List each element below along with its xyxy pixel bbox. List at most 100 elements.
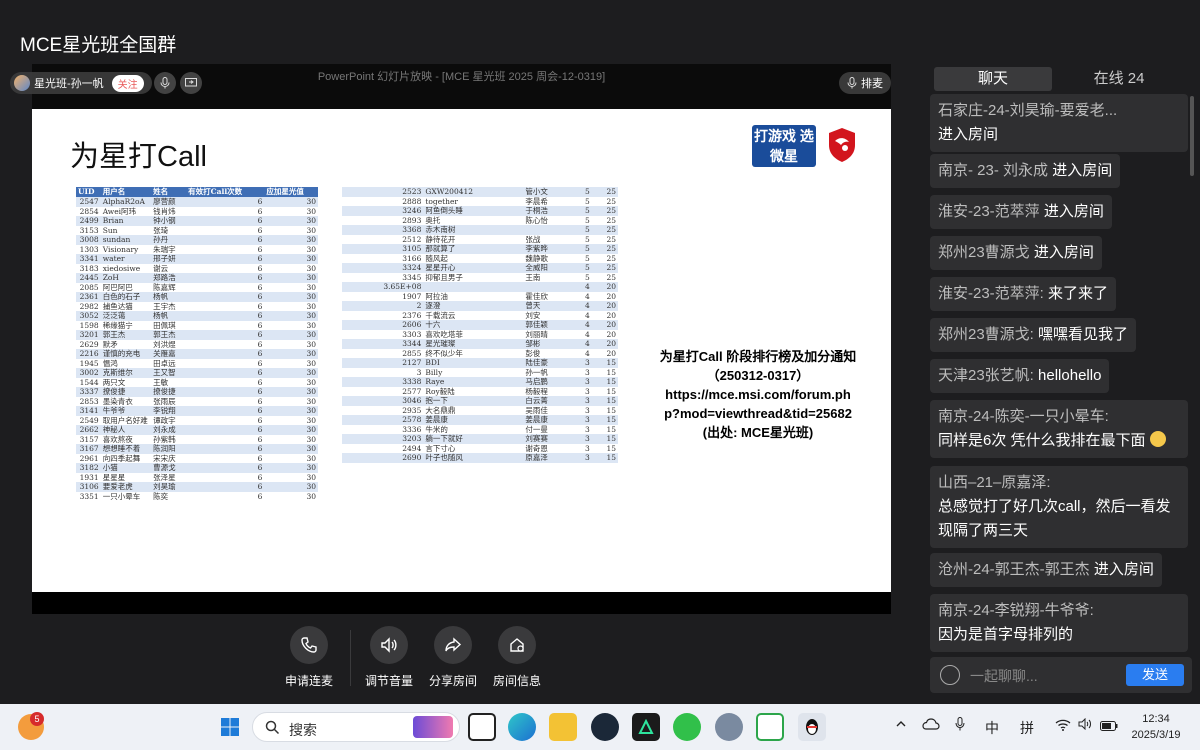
table-cell: 刘安 bbox=[523, 310, 575, 320]
table-row: 2127 BDI 陆佳豪 3 15 bbox=[342, 358, 618, 368]
table-cell: 2982 bbox=[76, 301, 101, 311]
msi-dragon-logo bbox=[829, 128, 855, 162]
windows-start-icon[interactable] bbox=[216, 713, 244, 741]
system-clock[interactable]: 12:34 2025/3/19 bbox=[1126, 711, 1186, 743]
qq-penguin-icon[interactable] bbox=[798, 713, 826, 741]
mic-icon[interactable] bbox=[154, 72, 176, 94]
table-cell: 3166 bbox=[342, 253, 424, 263]
table-cell: 2578 bbox=[342, 415, 424, 425]
table-cell: 抱一下 bbox=[423, 396, 524, 406]
table-cell: 十六 bbox=[423, 320, 524, 330]
table-cell: 4 bbox=[574, 301, 592, 311]
task-view-icon[interactable] bbox=[468, 713, 496, 741]
table-cell: 2662 bbox=[76, 425, 101, 435]
host-info[interactable]: 星光班-孙一帆 关注 bbox=[10, 72, 152, 94]
app-triangle-icon[interactable] bbox=[632, 713, 660, 741]
steam-icon[interactable] bbox=[591, 713, 619, 741]
follow-button[interactable]: 关注 bbox=[111, 74, 144, 92]
share-room-button[interactable]: 分享房间 bbox=[418, 626, 488, 689]
message-text: 进入房间 bbox=[1052, 162, 1113, 179]
table-cell: 2547 bbox=[76, 197, 101, 207]
table-cell: 张战 bbox=[523, 234, 575, 244]
table-cell: 3157 bbox=[76, 434, 101, 444]
table-cell: 李锐翔 bbox=[151, 406, 187, 416]
table-cell: 孙一帆 bbox=[523, 367, 575, 377]
table-cell: 刘赛赛 bbox=[523, 434, 575, 444]
message-text: 进入房间 bbox=[1093, 561, 1154, 578]
message-author: 山西–21–原嘉泽: bbox=[938, 474, 1051, 491]
table-cell: 2376 bbox=[342, 310, 424, 320]
wechat-icon[interactable] bbox=[673, 713, 701, 741]
table-cell: 1303 bbox=[76, 244, 101, 254]
game-logo: 打游戏 选微星 bbox=[752, 125, 816, 167]
table-cell: 1544 bbox=[76, 377, 101, 387]
table-cell: 25 bbox=[591, 225, 618, 235]
table-cell: 15 bbox=[591, 377, 618, 387]
table-cell: 30 bbox=[264, 273, 318, 283]
remote-desktop-icon[interactable] bbox=[756, 713, 784, 741]
tab-online[interactable]: 在线 24 bbox=[1060, 67, 1178, 91]
file-explorer-icon[interactable] bbox=[549, 713, 577, 741]
message-text: 进入房间 bbox=[1043, 203, 1104, 220]
table-cell: 15 bbox=[591, 386, 618, 396]
table-cell: 白云菁 bbox=[523, 396, 575, 406]
speaker-icon[interactable] bbox=[1078, 717, 1092, 733]
table-cell: 4 bbox=[574, 329, 592, 339]
table-cell: BDI bbox=[423, 358, 524, 368]
table-cell: 静待花开 bbox=[423, 234, 524, 244]
message-author: 郑州23曹源戈 bbox=[938, 244, 1030, 261]
chat-message-list: 石家庄-24-刘昊瑜-要爱老... 进入房间 南京- 23- 刘永成 进入房间 淮… bbox=[930, 94, 1192, 654]
ime-layout[interactable]: 拼 bbox=[1020, 718, 1034, 738]
table-cell: 6 bbox=[186, 330, 265, 340]
battery-icon[interactable] bbox=[1100, 718, 1118, 734]
onedrive-cloud-icon[interactable] bbox=[922, 717, 940, 733]
table-row: 2662 神秘人 刘永成 6 30 bbox=[76, 425, 318, 435]
settings-gear-icon[interactable] bbox=[715, 713, 743, 741]
table-cell: 6 bbox=[186, 368, 265, 378]
table-cell: 捕鱼达猫 bbox=[100, 301, 152, 311]
table-cell: 6 bbox=[186, 301, 265, 311]
screen-share-icon[interactable] bbox=[180, 72, 202, 94]
table-cell: 2629 bbox=[76, 339, 101, 349]
chat-scrollbar[interactable] bbox=[1190, 96, 1194, 176]
ime-mode[interactable]: 中 bbox=[985, 718, 999, 738]
worried-face-icon bbox=[1149, 431, 1166, 447]
table-row: 3183 xiedosiwe 谢云 6 30 bbox=[76, 263, 318, 273]
table-cell: 15 bbox=[591, 434, 618, 444]
mic-tray-icon[interactable] bbox=[955, 717, 965, 734]
table-cell: 6 bbox=[186, 463, 265, 473]
table-row: 2445 ZoH 郑路浩 6 30 bbox=[76, 273, 318, 283]
table-cell: 6 bbox=[186, 358, 265, 368]
action-label: 分享房间 bbox=[428, 674, 477, 688]
table-cell: 30 bbox=[264, 377, 318, 387]
chat-message: 南京- 23- 刘永成 进入房间 bbox=[930, 154, 1121, 188]
edge-browser-icon[interactable] bbox=[508, 713, 536, 741]
table-cell: 想想睡不着 bbox=[100, 444, 152, 454]
table-cell: sundan bbox=[100, 235, 152, 245]
table-cell: 30 bbox=[264, 244, 318, 254]
volume-button[interactable]: 调节音量 bbox=[354, 626, 424, 689]
table-row: 2577 Roy毅陆 杨毅程 3 15 bbox=[342, 386, 618, 396]
chat-input[interactable]: 一起聊聊... bbox=[970, 666, 1038, 686]
clock-time: 12:34 bbox=[1142, 713, 1170, 725]
send-button[interactable]: 发送 bbox=[1126, 664, 1184, 686]
table-cell: 6 bbox=[186, 425, 265, 435]
table-cell: 原嘉泽 bbox=[523, 453, 575, 463]
wifi-icon[interactable] bbox=[1055, 718, 1071, 734]
table-row: 3344 星光璀璨 邹彬 4 20 bbox=[342, 339, 618, 349]
room-info-button[interactable]: 房间信息 bbox=[482, 626, 552, 689]
table-cell: 谢云 bbox=[151, 263, 187, 273]
emoji-icon[interactable] bbox=[940, 665, 960, 685]
chat-message: 山西–21–原嘉泽: 总感觉打了好几次call，然后一看发现隔了两三天 bbox=[930, 466, 1188, 548]
table-row: 3337 撩俊捷 撩俊捷 6 30 bbox=[76, 387, 318, 397]
table-cell: 阿拉油 bbox=[423, 291, 524, 301]
tab-chat[interactable]: 聊天 bbox=[934, 67, 1052, 91]
queue-mic-button[interactable]: 排麦 bbox=[839, 72, 891, 94]
table-row: 2606 十六 郭佳颖 4 20 bbox=[342, 320, 618, 330]
header-name: 姓名 bbox=[151, 187, 187, 197]
table-cell: 3 bbox=[574, 367, 592, 377]
apply-mic-button[interactable]: 申请连麦 bbox=[274, 626, 344, 689]
chevron-up-icon[interactable] bbox=[895, 717, 907, 733]
table-cell: 2494 bbox=[342, 443, 424, 453]
taskbar-search[interactable]: 搜索 bbox=[252, 712, 460, 742]
